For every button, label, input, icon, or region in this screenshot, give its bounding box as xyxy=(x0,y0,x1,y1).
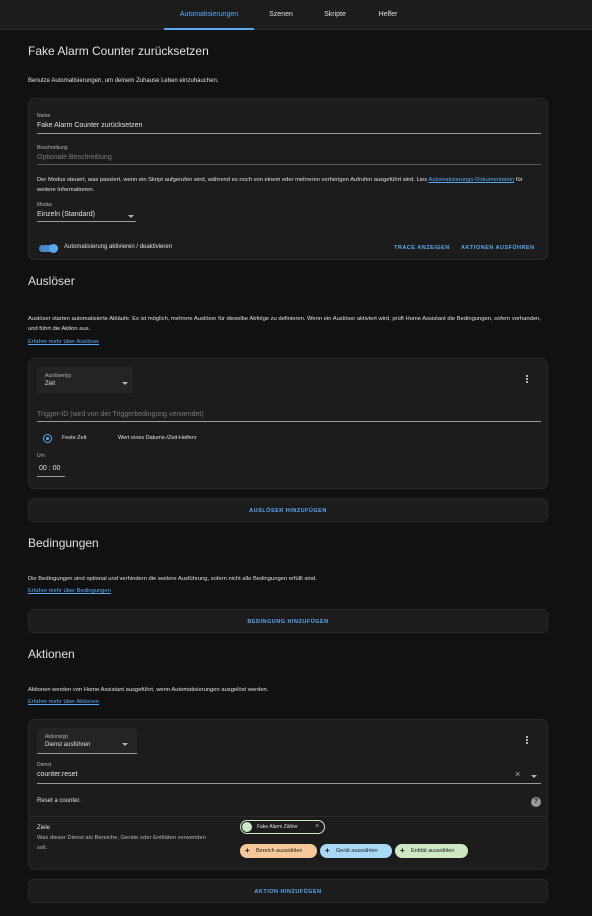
action-type-select[interactable]: Aktionstyp Dienst ausführen xyxy=(37,728,137,754)
page-title: Fake Alarm Counter zurücksetzen xyxy=(28,44,209,58)
radio-fixed-time[interactable] xyxy=(43,434,52,443)
name-label: Name xyxy=(37,113,51,119)
mode-underline xyxy=(37,221,136,222)
plus-icon: + xyxy=(400,846,405,855)
select-area-button[interactable]: + Bereich auswählen xyxy=(240,844,317,858)
remove-chip-icon[interactable]: × xyxy=(315,823,319,830)
trigger-card: Auslösertyp Zeit Trigger-ID (wird von de… xyxy=(28,358,548,489)
actions-title: Aktionen xyxy=(28,647,75,661)
description-underline xyxy=(37,164,541,165)
select-area-label: Bereich auswählen xyxy=(256,848,303,854)
chevron-down-icon[interactable] xyxy=(531,775,537,778)
automation-docs-link[interactable]: Automatisierungs-Dokumentation xyxy=(429,177,515,183)
add-action-label: AKTION HINZUFÜGEN xyxy=(254,889,322,895)
automation-toggle[interactable] xyxy=(39,244,58,253)
action-card: Aktionstyp Dienst ausführen Dienst count… xyxy=(28,719,548,870)
chevron-down-icon xyxy=(122,743,128,746)
mode-select[interactable]: Einzeln (Standard) xyxy=(37,211,95,218)
targets-description: Was dieser Dienst als Bereiche, Geräte o… xyxy=(37,835,206,851)
entity-chip-label: Fake Alarm Zähler xyxy=(257,824,298,830)
select-device-button[interactable]: + Gerät auswählen xyxy=(320,844,392,858)
select-entity-button[interactable]: + Entität auswählen xyxy=(395,844,468,858)
intro-text: Benutze Automatisierungen, um deinem Zuh… xyxy=(28,78,219,84)
name-underline xyxy=(37,133,541,134)
trigger-id-underline xyxy=(37,421,541,422)
action-type-value: Dienst ausführen xyxy=(45,742,91,748)
description-input[interactable]: Optionale Beschreibung xyxy=(37,154,112,161)
mode-label: Modus xyxy=(37,202,53,208)
targets-title: Ziele xyxy=(37,825,51,831)
chevron-down-icon xyxy=(128,215,134,218)
mode-info-text: Der Modus steuert, was passiert, wenn ei… xyxy=(37,177,429,183)
trigger-menu-icon[interactable] xyxy=(526,375,529,384)
counter-icon xyxy=(242,822,252,832)
time-input[interactable]: 00 : 00 xyxy=(39,465,60,472)
service-underline xyxy=(37,783,541,784)
divider xyxy=(29,816,547,817)
action-menu-icon[interactable] xyxy=(526,736,529,745)
main-content: Fake Alarm Counter zurücksetzen Benutze … xyxy=(0,30,592,916)
plus-icon: + xyxy=(245,846,250,855)
service-description: Reset a counter. xyxy=(37,798,81,804)
add-trigger-label: AUSLÖSER HINZUFÜGEN xyxy=(249,508,327,514)
clear-icon[interactable]: × xyxy=(515,769,520,779)
tab-scripts[interactable]: Skripte xyxy=(312,0,358,30)
tab-scenes[interactable]: Szenen xyxy=(258,0,304,30)
tab-helpers[interactable]: Helfer xyxy=(366,0,410,30)
tab-automations[interactable]: Automatisierungen xyxy=(164,0,254,30)
plus-icon: + xyxy=(325,846,330,855)
conditions-title: Bedingungen xyxy=(28,536,99,550)
radio-fixed-time-label: Feste Zeit xyxy=(62,435,87,441)
toggle-knob xyxy=(49,244,58,253)
add-condition-label: BEDINGUNG HINZUFÜGEN xyxy=(247,619,329,625)
radio-dot xyxy=(45,436,49,440)
add-trigger-button[interactable]: AUSLÖSER HINZUFÜGEN xyxy=(28,498,548,522)
service-label: Dienst xyxy=(37,762,52,768)
triggers-title: Auslöser xyxy=(28,274,75,288)
trace-button[interactable]: TRACE ANZEIGEN xyxy=(394,245,450,251)
at-label: Um xyxy=(37,453,45,459)
description-label: Beschreibung xyxy=(37,145,68,151)
top-tab-bar: Automatisierungen Szenen Skripte Helfer xyxy=(0,0,592,30)
name-input[interactable]: Fake Alarm Counter zurücksetzen xyxy=(37,122,142,129)
conditions-learn-more-link[interactable]: Erfahre mehr über Bedingungen xyxy=(28,586,111,596)
add-action-button[interactable]: AKTION HINZUFÜGEN xyxy=(28,879,548,903)
trigger-type-select[interactable]: Auslösertyp Zeit xyxy=(37,367,133,393)
actions-learn-more-link[interactable]: Erfahre mehr über Aktionen xyxy=(28,697,99,707)
select-entity-label: Entität auswählen xyxy=(411,848,455,854)
actions-info: Aktionen werden von Home Assistant ausge… xyxy=(28,687,269,693)
mode-info: Der Modus steuert, was passiert, wenn ei… xyxy=(37,175,537,195)
chevron-down-icon xyxy=(122,382,128,385)
trigger-id-input[interactable]: Trigger-ID (wird von der Triggerbedingun… xyxy=(37,411,204,418)
radio-helper-label[interactable]: Wert eines Datums-/Zeit-Helfers xyxy=(118,435,196,441)
conditions-info: Die Bedingungen sind optional und verhin… xyxy=(28,576,317,582)
action-type-label: Aktionstyp xyxy=(45,734,69,740)
add-condition-button[interactable]: BEDINGUNG HINZUFÜGEN xyxy=(28,609,548,633)
toggle-label: Automatisierung aktivieren / deaktiviere… xyxy=(64,244,173,250)
help-icon[interactable]: ? xyxy=(531,797,541,807)
run-actions-button[interactable]: AKTIONEN AUSFÜHREN xyxy=(461,245,535,251)
triggers-learn-more-link[interactable]: Erfahre mehr über Auslöser xyxy=(28,337,99,347)
select-device-label: Gerät auswählen xyxy=(336,848,378,854)
trigger-type-value: Zeit xyxy=(45,381,56,387)
details-card: Name Fake Alarm Counter zurücksetzen Bes… xyxy=(28,98,548,260)
trigger-type-label: Auslösertyp xyxy=(45,373,72,379)
service-input[interactable]: counter.reset xyxy=(37,771,77,778)
time-underline xyxy=(37,476,65,477)
entity-chip[interactable]: Fake Alarm Zähler × xyxy=(240,820,325,834)
triggers-info: Auslöser starten automatisierte Abläufe.… xyxy=(28,316,541,332)
